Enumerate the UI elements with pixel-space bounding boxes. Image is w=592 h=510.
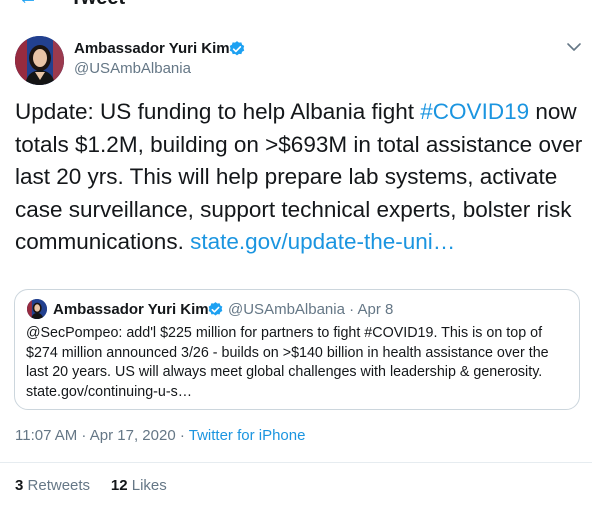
retweets-label: Retweets: [27, 477, 91, 494]
divider: [0, 462, 592, 463]
avatar[interactable]: [15, 36, 64, 85]
back-arrow-icon[interactable]: ←: [18, 0, 38, 10]
hashtag-link[interactable]: #COVID19: [420, 99, 529, 124]
retweets-stat[interactable]: 3 Retweets: [15, 477, 90, 494]
tweet-timestamp: 11:07 AM · Apr 17, 2020 · Twitter for iP…: [15, 427, 305, 444]
quote-date: Apr 8: [357, 301, 394, 318]
chevron-down-icon[interactable]: [566, 40, 582, 54]
author-handle[interactable]: @USAmbAlbania: [74, 60, 191, 77]
likes-stat[interactable]: 12 Likes: [111, 477, 167, 494]
quote-author-name: Ambassador Yuri Kim: [53, 301, 209, 318]
likes-label: Likes: [131, 477, 167, 494]
tweet-text: Update: US funding to help Albania fight…: [15, 96, 583, 259]
tweet-header: ← Tweet: [0, 0, 592, 10]
quote-avatar[interactable]: [27, 299, 47, 319]
retweets-count: 3: [15, 477, 24, 494]
quote-meta: @USAmbAlbania · Apr 8: [228, 301, 393, 318]
source-link[interactable]: Twitter for iPhone: [189, 427, 306, 444]
verified-badge-icon: [208, 302, 223, 316]
quote-text: @SecPompeo: add'l $225 million for partn…: [26, 325, 549, 400]
likes-count: 12: [110, 477, 128, 494]
timestamp-text[interactable]: 11:07 AM · Apr 17, 2020 ·: [15, 427, 189, 444]
quoted-tweet-card[interactable]: Ambassador Yuri Kim @USAmbAlbania · Apr …: [14, 289, 580, 410]
quote-separator: ·: [344, 301, 358, 318]
avatar-photo-icon: [15, 36, 64, 85]
page-title: Tweet: [70, 0, 125, 10]
tweet-text-part: Update: US funding to help Albania fight: [15, 99, 421, 124]
author-name[interactable]: Ambassador Yuri Kim: [74, 40, 230, 57]
avatar-photo-icon: [27, 299, 47, 319]
quote-author-handle: @USAmbAlbania: [228, 301, 345, 318]
tweet-stats: 3 Retweets 12 Likes: [15, 477, 167, 494]
verified-badge-icon: [229, 41, 245, 56]
tweet-url-link[interactable]: state.gov/update-the-uni…: [190, 229, 455, 254]
